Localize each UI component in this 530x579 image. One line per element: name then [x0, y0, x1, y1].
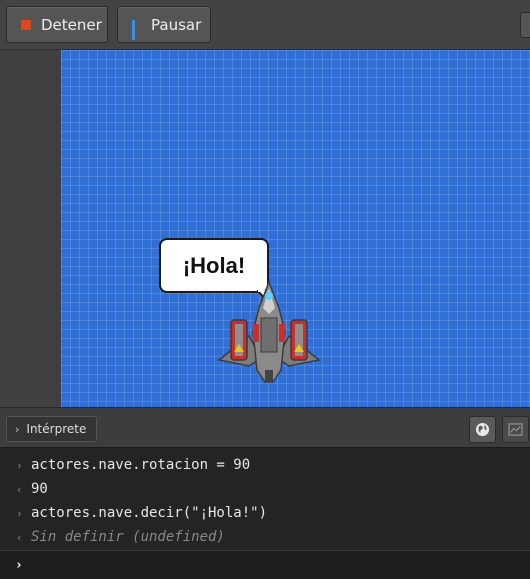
prompt-marker: › [15, 558, 23, 573]
pause-button[interactable]: Pausar [117, 6, 211, 43]
console-header: › Intérprete [0, 407, 530, 447]
console-line-text: Sin definir (undefined) [31, 529, 225, 545]
console-line: › actores.nave.rotacion = 90 [0, 453, 530, 477]
console-line-text: actores.nave.rotacion = 90 [31, 457, 251, 473]
stop-label: Detener [41, 15, 102, 34]
graph-button[interactable] [502, 416, 529, 443]
chevron-right-icon: › [15, 422, 20, 436]
globe-icon [475, 422, 490, 437]
tab-interpreter[interactable]: › Intérprete [6, 416, 97, 442]
game-canvas[interactable]: ¡Hola! [61, 50, 530, 407]
globe-button[interactable] [469, 416, 496, 443]
speech-bubble-text: ¡Hola! [182, 252, 246, 278]
stop-button[interactable]: Detener [6, 6, 108, 43]
console-line: ‹ Sin definir (undefined) [0, 525, 530, 549]
toolbar-overflow-button[interactable] [520, 12, 530, 38]
stop-icon [21, 19, 31, 30]
input-marker: › [16, 506, 23, 520]
console-line: ‹ 90 [0, 477, 530, 501]
console-line: › actores.nave.decir("¡Hola!") [0, 501, 530, 525]
input-marker: › [16, 458, 23, 472]
console-line-text: actores.nave.decir("¡Hola!") [31, 505, 268, 521]
output-marker: ‹ [16, 482, 23, 496]
tab-interpreter-label: Intérprete [26, 422, 87, 436]
console-input[interactable] [31, 553, 530, 578]
console-line-text: 90 [31, 481, 48, 497]
chart-icon [508, 423, 523, 436]
stage-area: ¡Hola! [0, 50, 530, 407]
console-prompt: › [0, 550, 530, 579]
toolbar: Detener Pausar [0, 0, 530, 50]
pause-label: Pausar [151, 15, 202, 34]
pause-icon [132, 19, 141, 40]
spaceship-sprite[interactable] [209, 278, 329, 386]
console-output: › actores.nave.rotacion = 90 ‹ 90 › acto… [0, 447, 530, 579]
output-marker: ‹ [16, 530, 23, 544]
